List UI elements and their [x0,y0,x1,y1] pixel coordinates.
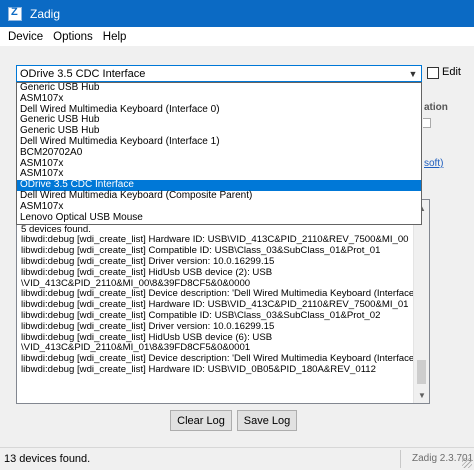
log-line: libwdi:debug [wdi_create_list] Hardware … [21,235,409,246]
main-panel: ODrive 3.5 CDC Interface ▼ Edit ation so… [0,46,474,447]
log-textarea[interactable]: default driver set to 'WinUSB'0 devices … [16,199,430,404]
device-dropdown-list[interactable]: Generic USB Hub ASM107x Dell Wired Multime… [16,82,422,225]
dropdown-option[interactable]: ASM107x [17,201,421,213]
log-line: 5 devices found. [21,224,91,235]
log-line: libwdi:debug [wdi_create_list] Hardware … [21,364,376,375]
log-lines: default driver set to 'WinUSB'0 devices … [21,203,417,376]
dropdown-option[interactable]: ASM107x [17,93,421,105]
dropdown-option[interactable]: Generic USB Hub [17,82,421,94]
menu-options[interactable]: Options [48,31,98,43]
log-line: \VID_413C&PID_2110&MI_00\8&39FD8CF5&0&00… [21,278,251,289]
dropdown-option[interactable]: ASM107x [17,158,421,170]
edit-label: Edit [442,66,461,78]
status-divider [400,450,401,468]
edit-checkbox[interactable] [427,67,439,79]
driver-heading-fragment: ation [424,102,448,113]
info-link-fragment[interactable]: soft) [424,158,443,169]
dropdown-option[interactable]: BCM20702A0 [17,147,421,159]
menu-device[interactable]: Device [3,31,48,43]
log-line: libwdi:debug [wdi_create_list] HidUsb US… [21,332,273,343]
status-message: 13 devices found. [4,453,91,465]
zadig-app-icon [8,6,22,21]
log-line: libwdi:debug [wdi_create_list] HidUsb US… [21,267,273,278]
title-bar[interactable]: Zadig [0,0,474,27]
log-line: libwdi:debug [wdi_create_list] Driver ve… [21,321,275,332]
log-line: libwdi:debug [wdi_create_list] Device de… [21,354,417,365]
log-line: libwdi:debug [wdi_create_list] Hardware … [21,300,409,311]
window-title: Zadig [30,6,61,21]
device-select-value: ODrive 3.5 CDC Interface [20,67,146,80]
dropdown-option[interactable]: Lenovo Optical USB Mouse [17,212,421,224]
log-line: \VID_413C&PID_2110&MI_01\8&39FD8CF5&0&00… [21,343,251,354]
save-log-button[interactable]: Save Log [237,410,297,431]
log-line: libwdi:debug [wdi_create_list] Compatibl… [21,310,381,321]
log-line: libwdi:debug [wdi_create_list] Compatibl… [21,246,381,257]
scroll-thumb[interactable] [417,360,426,384]
log-line: libwdi:debug [wdi_create_list] Driver ve… [21,256,275,267]
menu-help[interactable]: Help [98,31,132,43]
status-bar: 13 devices found. Zadig 2.3.701 [0,447,474,470]
menu-bar: Device Options Help [0,27,474,46]
scroll-down-icon[interactable]: ▼ [414,387,429,403]
device-select[interactable]: ODrive 3.5 CDC Interface ▼ [16,65,422,82]
chevron-down-icon[interactable]: ▼ [407,67,419,80]
log-line: libwdi:debug [wdi_create_list] Device de… [21,289,417,300]
clear-log-button[interactable]: Clear Log [170,410,232,431]
log-scrollbar[interactable]: ▲ ▼ [413,200,429,403]
resize-grip-icon[interactable] [462,458,472,468]
dropdown-option[interactable]: Dell Wired Multimedia Keyboard (Composit… [17,190,421,202]
driver-spin-button[interactable] [423,118,431,128]
